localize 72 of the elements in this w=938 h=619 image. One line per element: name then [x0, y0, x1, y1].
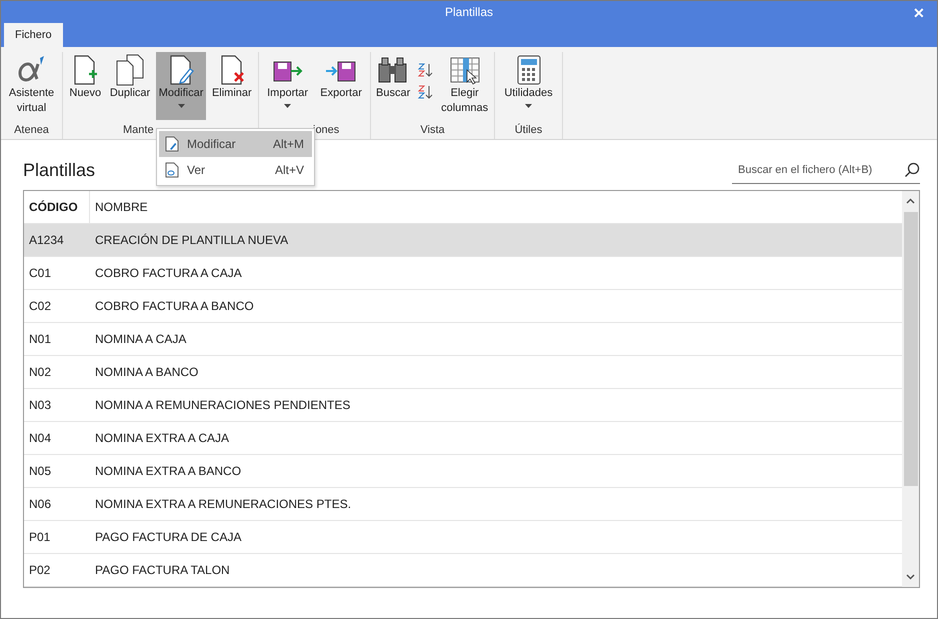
- table-cell-text: N02: [28, 364, 52, 381]
- group-label: Útiles: [514, 122, 544, 138]
- ribbon-button[interactable]: Exportar: [317, 52, 365, 120]
- table-cell-text: N06: [28, 496, 52, 513]
- page-heading: Plantillas: [23, 160, 96, 180]
- group-label: Mante: [122, 122, 155, 138]
- new-document-icon: [74, 55, 98, 85]
- menu-item-label: Ver: [187, 163, 206, 177]
- table-cell-text: N05: [28, 463, 52, 480]
- sort-ascending-button[interactable]: [417, 62, 434, 78]
- table-cell-text: C02: [28, 298, 52, 315]
- search-icon[interactable]: [904, 162, 920, 178]
- scrollbar[interactable]: [902, 191, 919, 587]
- scroll-thumb[interactable]: [904, 212, 918, 486]
- ribbon-button[interactable]: Nuevo: [66, 52, 104, 120]
- table-cell-text: C01: [28, 265, 52, 282]
- caret-icon: [284, 104, 292, 108]
- ribbon-button[interactable]: Asistente virtual: [3, 52, 60, 120]
- table-cell-text: PAGO FACTURA TALON: [94, 562, 231, 579]
- close-button[interactable]: ✕: [907, 4, 931, 22]
- view-document-icon: [165, 162, 179, 178]
- table-cell-text: N04: [28, 430, 52, 447]
- copy-documents-icon: [116, 54, 144, 86]
- delete-document-icon: [221, 55, 244, 85]
- group-label: Atenea: [13, 122, 50, 138]
- table-cell-text: NOMINA A CAJA: [94, 331, 188, 348]
- scroll-down-icon[interactable]: [906, 572, 915, 581]
- edit-document-icon: [165, 136, 179, 152]
- table-cell-text: NOMINA A REMUNERACIONES PENDIENTES: [94, 397, 352, 414]
- ribbon-button[interactable]: Modificar: [156, 52, 206, 120]
- shortcut-text: Alt+V: [274, 163, 304, 177]
- export-disk-icon: [325, 62, 356, 82]
- caret-icon: [525, 104, 532, 108]
- table-cell-text: NOMINA EXTRA A CAJA: [94, 430, 230, 447]
- column-header[interactable]: NOMBRE: [90, 191, 902, 223]
- table-cell-text: PAGO FACTURA DE CAJA: [94, 529, 242, 546]
- ribbon-button[interactable]: Importar: [264, 52, 312, 120]
- scroll-up-icon[interactable]: [906, 197, 915, 206]
- column-header[interactable]: CÓDIGO: [24, 191, 90, 223]
- table-cell-text: N03: [28, 397, 52, 414]
- import-disk-icon: [273, 62, 302, 82]
- alpha-icon: [18, 56, 44, 82]
- columns-grid-icon: [450, 58, 480, 85]
- table-row[interactable]: A1234 CREACIÓN DE PLANTILLA NUEVA: [24, 224, 902, 257]
- menu-item-label: Modificar: [187, 137, 237, 151]
- table-cell-text: P02: [28, 562, 52, 579]
- table-cell-text: NOMINA EXTRA A REMUNERACIONES PTES.: [94, 496, 352, 513]
- ribbon-button[interactable]: Utilidades: [501, 52, 556, 120]
- menu-item[interactable]: Ver Alt+V: [159, 157, 312, 183]
- ribbon-button[interactable]: Buscar: [373, 52, 414, 120]
- table-cell-text: P01: [28, 529, 52, 546]
- table-cell-text: A1234: [28, 232, 65, 249]
- group-label: Vista: [419, 122, 446, 138]
- window-title: Plantillas: [444, 5, 494, 19]
- ribbon-button[interactable]: Duplicar: [106, 52, 154, 120]
- shortcut-text: Alt+M: [272, 137, 304, 151]
- ribbon-button[interactable]: Elegir columnas: [437, 52, 492, 120]
- calculator-icon: [517, 56, 540, 84]
- ribbon-button[interactable]: Eliminar: [208, 52, 255, 120]
- table-cell-text: COBRO FACTURA A BANCO: [94, 298, 255, 315]
- table-cell-text: COBRO FACTURA A CAJA: [94, 265, 243, 282]
- edit-document-icon: [170, 55, 194, 85]
- table-cell-text: CREACIÓN DE PLANTILLA NUEVA: [94, 232, 290, 249]
- table-cell-text: NOMINA A BANCO: [94, 364, 200, 381]
- sort-descending-button[interactable]: [417, 84, 434, 100]
- table-cell-text: N01: [28, 331, 52, 348]
- table-cell-text: NOMINA EXTRA A BANCO: [94, 463, 242, 480]
- search-field[interactable]: Buscar en el fichero (Alt+B): [732, 156, 904, 182]
- caret-icon: [178, 104, 185, 108]
- menu-item[interactable]: Modificar Alt+M: [159, 131, 312, 157]
- binoculars-icon: [378, 58, 407, 82]
- ribbon-tab[interactable]: Fichero: [4, 23, 63, 47]
